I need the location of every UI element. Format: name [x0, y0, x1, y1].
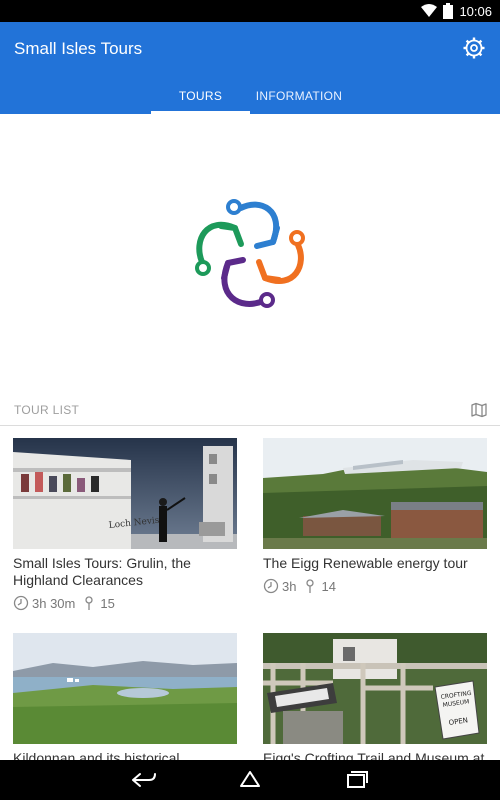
tour-image-crofting: CROFTING MUSEUM OPEN [263, 633, 487, 744]
app-bar: Small Isles Tours TOURS INFORMATION [0, 22, 500, 114]
tour-meta: 3h 30m 15 [13, 595, 237, 611]
wifi-icon [421, 4, 438, 17]
status-bar: 10:06 [0, 0, 500, 22]
status-icons: 10:06 [421, 3, 492, 19]
home-button[interactable] [235, 768, 265, 792]
tab-tours[interactable]: TOURS [151, 78, 250, 114]
tab-tours-label: TOURS [178, 89, 223, 103]
settings-button[interactable] [462, 36, 486, 60]
tab-information-label: INFORMATION [255, 89, 343, 103]
navigation-bar [0, 760, 500, 800]
tour-duration: 3h [282, 578, 297, 594]
tab-bar: TOURS INFORMATION [0, 78, 500, 114]
tour-image-ferry: Loch Nevis [13, 438, 237, 549]
recent-apps-button[interactable] [342, 768, 372, 792]
recent-apps-icon [347, 771, 368, 788]
battery-icon [443, 3, 454, 19]
home-icon [240, 771, 260, 787]
pin-icon [306, 579, 315, 593]
tour-card[interactable]: The Eigg Renewable energy tour 3h 14 [263, 438, 487, 594]
section-title: TOUR LIST [14, 403, 80, 417]
back-icon [132, 773, 156, 787]
tab-information[interactable]: INFORMATION [250, 78, 348, 114]
tour-card[interactable]: Loch Nevis Small Isles Tours: Grulin, th… [13, 438, 237, 611]
tour-duration: 3h 30m [32, 595, 76, 611]
tour-stops: 15 [100, 595, 115, 611]
gear-icon [463, 37, 485, 59]
app-logo [185, 190, 315, 315]
map-icon [471, 402, 487, 418]
tour-list-header: TOUR LIST [0, 400, 500, 426]
tour-title: The Eigg Renewable energy tour [263, 555, 468, 571]
pin-icon [85, 596, 94, 610]
tour-card[interactable]: Kildonnan and its historical [13, 633, 237, 767]
tour-stops: 14 [321, 578, 336, 594]
map-view-button[interactable] [471, 402, 487, 418]
clock-icon [13, 595, 29, 611]
tour-card[interactable]: CROFTING MUSEUM OPEN Eigg's Crofting Tra… [263, 633, 487, 767]
tab-indicator [151, 111, 250, 114]
back-button[interactable] [129, 768, 159, 792]
tour-title: Small Isles Tours: Grulin, the Highland … [13, 555, 191, 588]
tour-image-kildonnan [13, 633, 237, 744]
tour-meta: 3h 14 [263, 578, 487, 594]
status-time: 10:06 [459, 3, 492, 19]
clock-icon [263, 578, 279, 594]
tour-image-renewable [263, 438, 487, 549]
app-title: Small Isles Tours [14, 39, 143, 58]
